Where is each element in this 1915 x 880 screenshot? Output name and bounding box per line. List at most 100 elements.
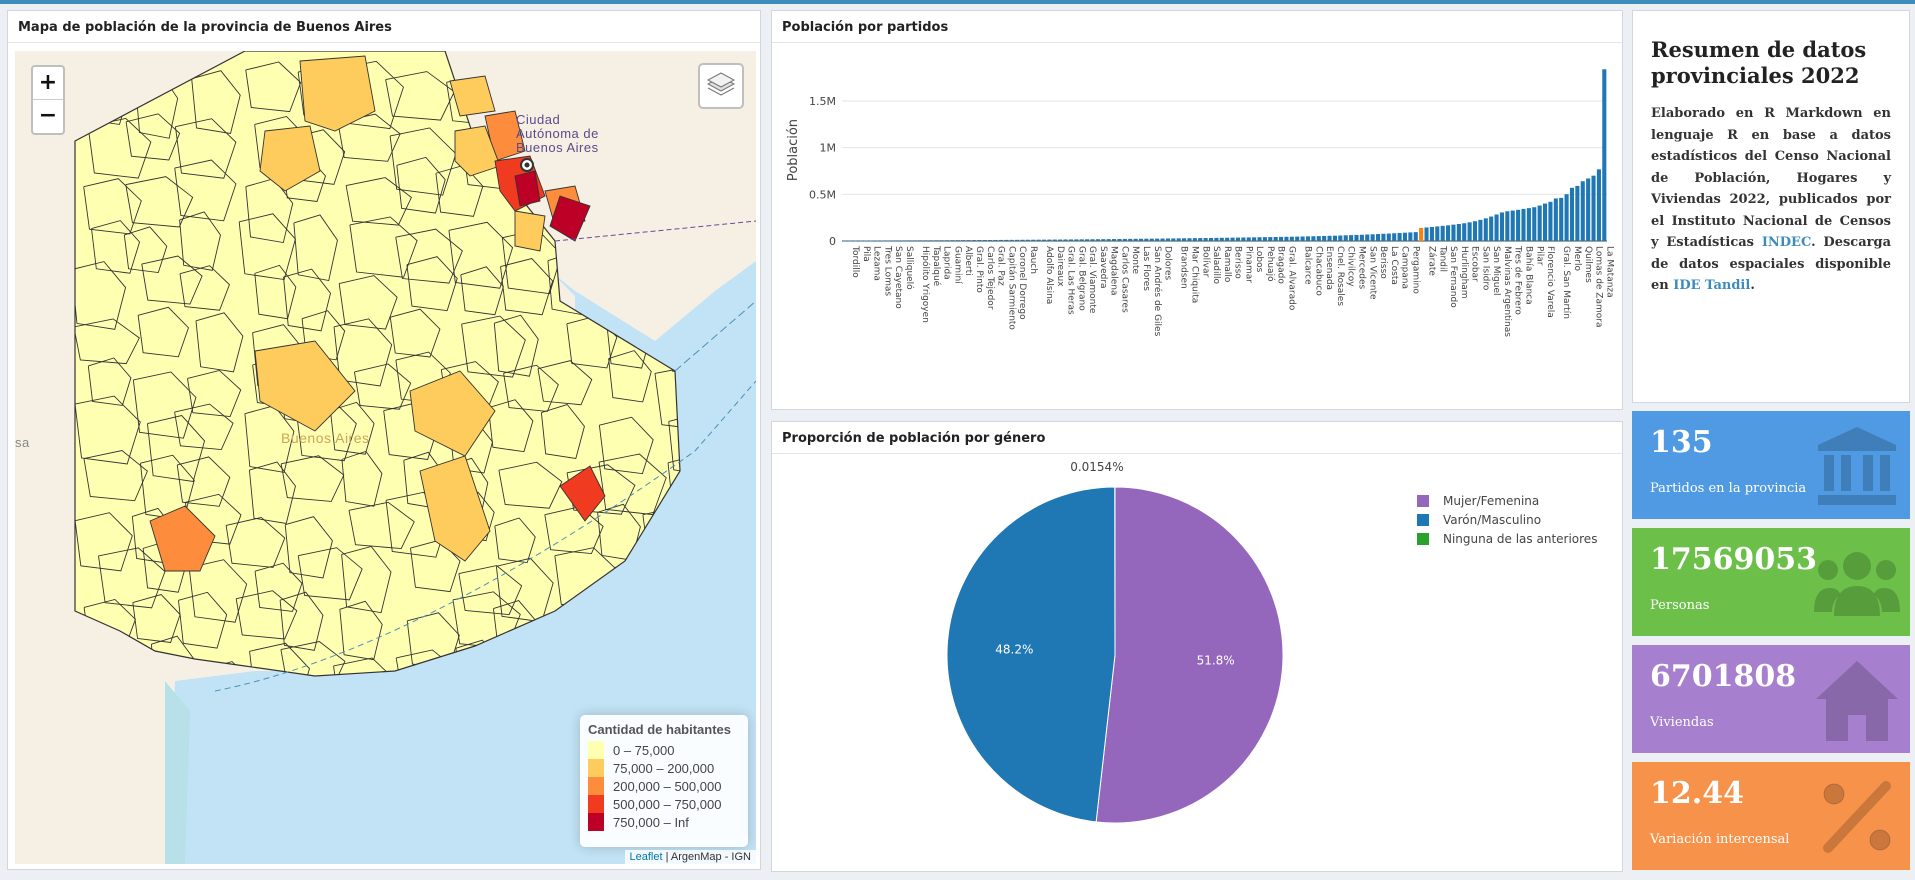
bar[interactable]	[1268, 237, 1273, 241]
bar[interactable]	[1305, 236, 1311, 241]
pie-legend-swatch[interactable]	[1417, 533, 1429, 545]
bar[interactable]	[1208, 237, 1214, 241]
bar[interactable]	[1451, 224, 1456, 241]
bar[interactable]	[1004, 239, 1009, 241]
bar[interactable]	[1559, 197, 1564, 241]
bar[interactable]	[1095, 239, 1100, 241]
bar[interactable]	[1542, 203, 1548, 241]
bar[interactable]	[1429, 227, 1434, 241]
bar[interactable]	[1155, 238, 1160, 241]
bar[interactable]	[1214, 237, 1219, 241]
bar[interactable]	[1031, 239, 1036, 241]
bar[interactable]	[1262, 237, 1267, 241]
partido-fill[interactable]	[514, 170, 541, 207]
bar[interactable]	[1025, 239, 1030, 241]
partido-fill[interactable]	[514, 210, 546, 252]
bar[interactable]	[1052, 239, 1057, 241]
bar[interactable]	[1392, 233, 1397, 241]
bar[interactable]	[1090, 239, 1095, 241]
bar[interactable]	[1359, 234, 1364, 241]
bar[interactable]	[928, 240, 933, 242]
bar[interactable]	[1063, 239, 1068, 241]
bar[interactable]	[1424, 227, 1429, 241]
bar[interactable]	[1068, 239, 1074, 241]
bar[interactable]	[966, 240, 971, 241]
bar[interactable]	[1149, 238, 1154, 241]
bar[interactable]	[1569, 187, 1575, 241]
bar[interactable]	[945, 240, 950, 242]
pie-legend-swatch[interactable]	[1417, 514, 1429, 526]
bar[interactable]	[1187, 238, 1192, 241]
bar[interactable]	[939, 240, 944, 242]
bar[interactable]	[1478, 219, 1483, 241]
bar[interactable]	[993, 239, 998, 241]
bar[interactable]	[1397, 232, 1402, 241]
bar[interactable]	[1009, 239, 1014, 241]
bar[interactable]	[1499, 212, 1504, 241]
bar[interactable]	[1112, 239, 1117, 241]
bar[interactable]	[1192, 238, 1197, 241]
ide-tandil-link[interactable]: IDE Tandil	[1673, 278, 1750, 293]
bar[interactable]	[977, 240, 982, 241]
bar[interactable]	[1472, 221, 1478, 241]
bar[interactable]	[1020, 239, 1025, 241]
bar[interactable]	[1580, 181, 1585, 241]
bar[interactable]	[918, 240, 923, 242]
bar[interactable]	[1386, 233, 1391, 241]
bar[interactable]	[842, 240, 847, 242]
bar[interactable]	[1446, 225, 1451, 241]
bar[interactable]	[1106, 239, 1111, 241]
bar[interactable]	[1085, 239, 1090, 241]
bar[interactable]	[848, 240, 853, 242]
zoom-in-button[interactable]: +	[33, 67, 63, 100]
bar[interactable]	[1074, 239, 1079, 241]
bar[interactable]	[1591, 175, 1596, 241]
bar[interactable]	[1354, 234, 1359, 241]
bar[interactable]	[1225, 237, 1230, 241]
bar[interactable]	[1440, 225, 1445, 241]
bar[interactable]	[1322, 235, 1327, 241]
bar[interactable]	[1176, 238, 1181, 241]
bar[interactable]	[1483, 218, 1488, 241]
bar[interactable]	[901, 240, 907, 242]
bar[interactable]	[1370, 234, 1375, 241]
pie-legend-label[interactable]: Ninguna de las anteriores	[1443, 532, 1597, 546]
bar[interactable]	[1349, 235, 1354, 241]
bar[interactable]	[1117, 238, 1122, 241]
bar[interactable]	[1171, 238, 1176, 241]
pie-slice[interactable]	[1095, 486, 1284, 824]
bar[interactable]	[1165, 238, 1170, 241]
bar[interactable]	[1144, 238, 1149, 241]
bar[interactable]	[1548, 201, 1553, 241]
bar[interactable]	[950, 240, 955, 241]
bar[interactable]	[1408, 232, 1413, 241]
bar[interactable]	[1128, 238, 1133, 241]
bar[interactable]	[896, 240, 901, 242]
bar[interactable]	[1537, 205, 1542, 241]
bar[interactable]	[1327, 235, 1332, 241]
bar[interactable]	[1289, 236, 1294, 241]
bar[interactable]	[1203, 238, 1208, 241]
bar[interactable]	[1338, 235, 1343, 241]
bar[interactable]	[869, 240, 874, 242]
bar[interactable]	[1182, 238, 1187, 241]
bar[interactable]	[1058, 239, 1063, 241]
bar[interactable]	[1246, 237, 1251, 241]
bar[interactable]	[1516, 209, 1521, 241]
bar[interactable]	[1505, 211, 1510, 241]
bar[interactable]	[1279, 236, 1284, 241]
bar[interactable]	[1041, 239, 1047, 241]
bar[interactable]	[853, 240, 858, 242]
bar[interactable]	[1521, 208, 1526, 241]
bar[interactable]	[1467, 222, 1472, 241]
bar[interactable]	[1575, 185, 1580, 241]
bar[interactable]	[998, 239, 1003, 241]
bar[interactable]	[1343, 235, 1348, 241]
bar[interactable]	[934, 240, 939, 242]
bar[interactable]	[912, 240, 917, 242]
bar[interactable]	[864, 240, 869, 242]
bar[interactable]	[1036, 239, 1041, 241]
pie-legend-swatch[interactable]	[1417, 495, 1429, 507]
bar[interactable]	[971, 240, 977, 241]
bar[interactable]	[1419, 227, 1424, 241]
